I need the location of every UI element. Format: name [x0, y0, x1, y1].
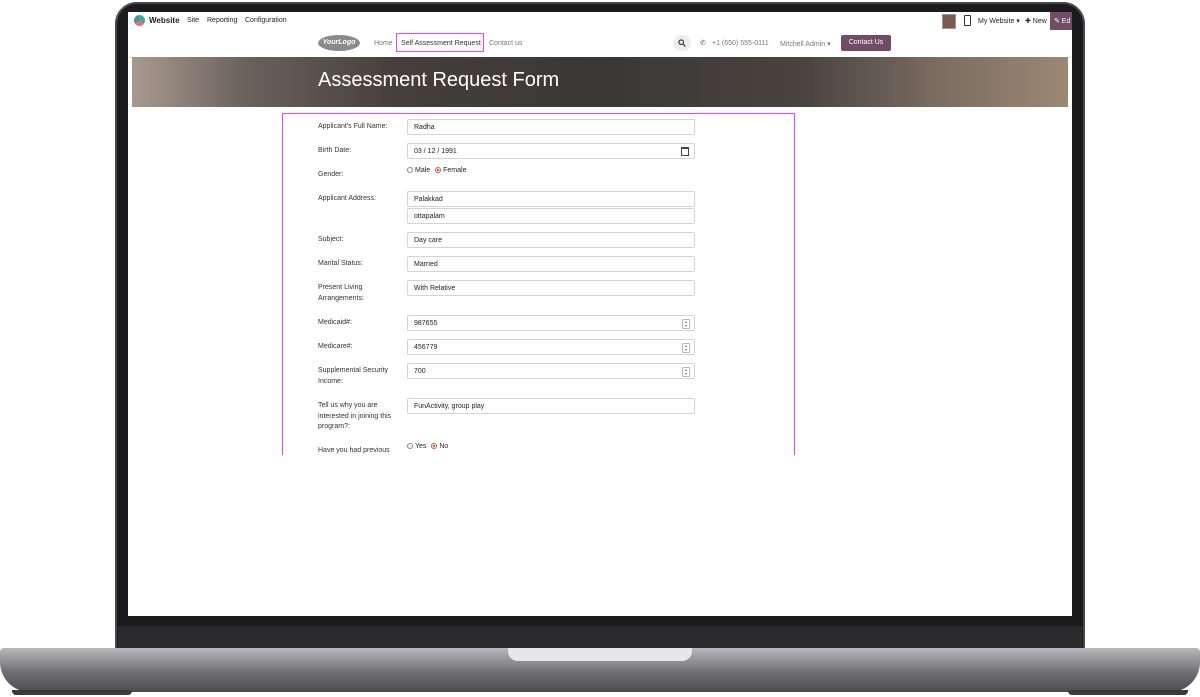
nav-contact-us[interactable]: Contact us	[489, 40, 522, 47]
phone-icon: ✆	[700, 40, 706, 47]
previous-no-radio[interactable]	[431, 443, 438, 450]
laptop-notch	[508, 648, 692, 661]
previous-yes-radio[interactable]	[407, 443, 413, 450]
label-address: Applicant Address:	[318, 195, 376, 202]
label-marital-status: Marital Status:	[318, 260, 363, 267]
my-website-dropdown[interactable]: My Website ▾	[978, 17, 1020, 25]
laptop-foot-left	[12, 690, 132, 695]
menu-reporting[interactable]: Reporting	[207, 17, 237, 24]
site-header: YourLogo Home Self Assessment Request Co…	[128, 30, 1072, 58]
app-name[interactable]: Website	[149, 16, 180, 25]
subject-input[interactable]: Day care	[407, 232, 695, 248]
ssi-spinner-icon[interactable]: ▴ ▾	[682, 367, 690, 377]
user-menu[interactable]: Mitchell Admin ▾	[780, 40, 831, 48]
marital-status-input[interactable]: Married	[407, 256, 695, 272]
label-living-arrangements: Present Living Arrangements:	[318, 284, 364, 302]
admin-bar: Website Site Reporting Configuration My …	[128, 12, 1072, 31]
phone-number[interactable]: +1 (650) 555-0111	[712, 40, 769, 47]
label-ssi: Supplemental Security Income:	[318, 367, 389, 385]
avatar[interactable]	[942, 14, 956, 29]
previous-yes-label[interactable]: Yes	[415, 443, 426, 450]
calendar-icon[interactable]	[681, 147, 689, 156]
address-line2-input[interactable]: ottapalam	[407, 208, 695, 224]
search-button[interactable]	[673, 35, 691, 51]
medicare-spinner-icon[interactable]: ▴ ▾	[682, 343, 690, 353]
gender-female-label[interactable]: Female	[443, 167, 466, 174]
medicaid-input[interactable]: 987655 ▴ ▾	[407, 315, 695, 331]
label-medicare: Medicare#:	[318, 343, 353, 350]
label-gender: Gender:	[318, 171, 344, 178]
ssi-value: 700	[414, 368, 426, 375]
medicaid-spinner-icon[interactable]: ▴ ▾	[682, 319, 690, 329]
menu-configuration[interactable]: Configuration	[245, 17, 287, 24]
birth-date-input[interactable]: 03 / 12 / 1991	[407, 143, 695, 159]
search-icon	[678, 39, 686, 47]
gender-male-radio[interactable]	[407, 167, 413, 174]
label-birth-date: Birth Date:	[318, 147, 352, 154]
label-subject: Subject:	[318, 236, 344, 243]
app-logo-icon[interactable]	[134, 15, 145, 26]
contact-us-button[interactable]: Contact Us	[841, 35, 891, 51]
gender-female-radio[interactable]	[435, 167, 442, 174]
label-medicaid: Medicaid#:	[318, 319, 352, 326]
mobile-preview-icon[interactable]	[964, 15, 971, 26]
nav-home[interactable]: Home	[374, 40, 393, 47]
birth-date-value: 03 / 12 / 1991	[414, 148, 457, 155]
full-name-input[interactable]: Radha	[407, 119, 695, 135]
label-full-name: Applicant's Full Name:	[318, 123, 388, 130]
label-reason: Tell us why you are interested in joinin…	[318, 402, 392, 430]
address-line1-input[interactable]: Palakkad	[407, 191, 695, 207]
previous-radio-group: Yes No	[407, 443, 448, 450]
gender-male-label[interactable]: Male	[415, 167, 430, 174]
living-arrangements-input[interactable]: With Relative	[407, 280, 695, 296]
label-previous: Have you had previous	[318, 447, 390, 454]
reason-input[interactable]: FunActivity, group play	[407, 398, 695, 414]
new-button[interactable]: ✚ New	[1025, 17, 1047, 25]
gender-radio-group: Male Female	[407, 167, 466, 174]
page-title: Assessment Request Form	[318, 69, 560, 91]
menu-site[interactable]: Site	[187, 17, 199, 24]
screen: Website Site Reporting Configuration My …	[128, 12, 1072, 616]
medicare-value: 456779	[414, 344, 438, 351]
highlight-box	[396, 33, 484, 52]
page-banner: Assessment Request Form	[132, 57, 1068, 107]
laptop-bezel	[118, 626, 1082, 650]
previous-no-label[interactable]: No	[439, 443, 448, 450]
laptop-foot-right	[1068, 690, 1188, 695]
site-logo[interactable]: YourLogo	[318, 35, 360, 51]
medicare-input[interactable]: 456779 ▴ ▾	[407, 339, 695, 355]
medicaid-value: 987655	[414, 320, 438, 327]
ssi-input[interactable]: 700 ▴ ▾	[407, 363, 695, 379]
edit-button[interactable]: ✎ Ed	[1050, 12, 1072, 30]
